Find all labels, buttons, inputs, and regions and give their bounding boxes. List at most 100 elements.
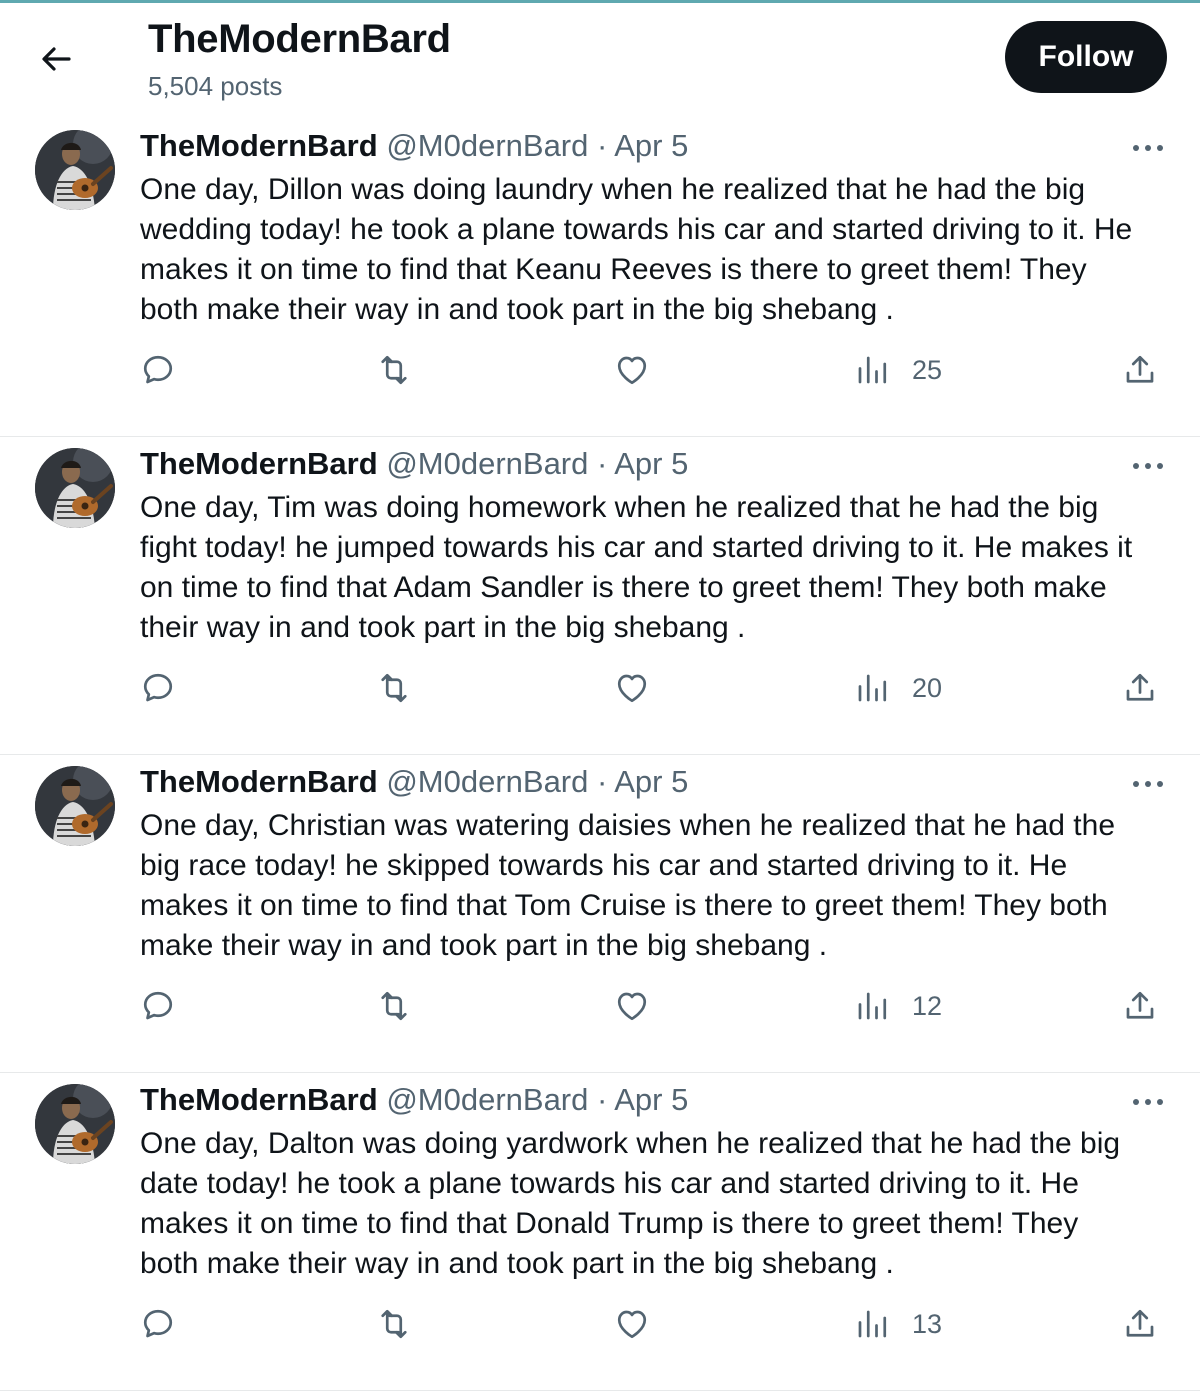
tweet[interactable]: TheModernBard @M0dernBard · Apr 5 One da… (0, 436, 1200, 755)
tweet-meta: TheModernBard @M0dernBard · Apr 5 (140, 764, 688, 800)
tweet-text: One day, Dalton was doing yardwork when … (140, 1124, 1180, 1284)
heart-icon (617, 356, 647, 385)
reply-button[interactable] (140, 1304, 176, 1344)
more-dots-icon[interactable] (1130, 774, 1166, 794)
heart-icon (617, 674, 647, 703)
tweet-actions: 12 (0, 986, 1200, 1026)
tweet[interactable]: TheModernBard @M0dernBard · Apr 5 One da… (0, 118, 1200, 437)
tweet-text-line: their way in and took part in the big sh… (140, 611, 746, 644)
tweet-text-line: One day, Tim was doing homework when he … (140, 491, 1099, 524)
reply-icon (143, 673, 173, 702)
tweet-date[interactable]: Apr 5 (614, 764, 688, 799)
reply-button[interactable] (140, 668, 176, 708)
tweet-date[interactable]: Apr 5 (614, 1082, 688, 1117)
tweet-text-line: both make their way in and took part in … (140, 293, 894, 326)
share-button[interactable] (1122, 668, 1158, 708)
retweet-icon (381, 673, 407, 703)
author-handle[interactable]: @M0dernBard (386, 128, 588, 163)
back-arrow-icon[interactable] (36, 39, 76, 79)
author-name[interactable]: TheModernBard (140, 764, 378, 799)
avatar[interactable] (35, 1084, 115, 1164)
reply-button[interactable] (140, 986, 176, 1026)
tweet-text-line: One day, Christian was watering daisies … (140, 809, 1116, 842)
retweet-icon (381, 1309, 407, 1339)
meta-separator: · (597, 446, 608, 481)
like-button[interactable] (614, 986, 650, 1026)
avatar[interactable] (35, 766, 115, 846)
tweet-text-line: big race today! he skipped towards his c… (140, 849, 1068, 882)
follow-button[interactable]: Follow (1005, 21, 1167, 93)
retweet-button[interactable] (376, 668, 412, 708)
retweet-button[interactable] (376, 986, 412, 1026)
tweet-text-line: makes it on time to find that Keanu Reev… (140, 253, 1087, 286)
retweet-icon (381, 991, 407, 1021)
tweet-text-line: on time to find that Adam Sandler is the… (140, 571, 1107, 604)
retweet-icon (381, 355, 407, 385)
tweet-text: One day, Dillon was doing laundry when h… (140, 170, 1180, 330)
tweet-text-line: One day, Dalton was doing yardwork when … (140, 1127, 1121, 1160)
tweet[interactable]: TheModernBard @M0dernBard · Apr 5 One da… (0, 1072, 1200, 1391)
retweet-button[interactable] (376, 1304, 412, 1344)
more-dots-icon[interactable] (1130, 456, 1166, 476)
tweet-meta: TheModernBard @M0dernBard · Apr 5 (140, 128, 688, 164)
views-count: 25 (912, 354, 943, 385)
tweet-text-line: wedding today! he took a plane towards h… (140, 213, 1133, 246)
share-button[interactable] (1122, 986, 1158, 1026)
views-count: 13 (912, 1308, 943, 1339)
share-icon (1126, 355, 1154, 383)
tweet-actions: 13 (0, 1304, 1200, 1344)
reply-icon (143, 1309, 173, 1338)
share-icon (1126, 991, 1154, 1019)
more-dots-icon[interactable] (1130, 138, 1166, 158)
share-icon (1126, 1309, 1154, 1337)
reply-icon (143, 355, 173, 384)
tweet-text-line: makes it on time to find that Tom Cruise… (140, 889, 1108, 922)
views-button[interactable]: 25 (854, 350, 942, 390)
like-button[interactable] (614, 668, 650, 708)
tweet-actions: 20 (0, 668, 1200, 708)
views-button[interactable]: 20 (854, 668, 942, 708)
tweet-text-line: date today! he took a plane towards his … (140, 1167, 1079, 1200)
views-button[interactable]: 12 (854, 986, 942, 1026)
tweet-text-line: One day, Dillon was doing laundry when h… (140, 173, 1086, 206)
tweet-date[interactable]: Apr 5 (614, 128, 688, 163)
tweet-text-line: fight today! he jumped towards his car a… (140, 531, 1133, 564)
tweet[interactable]: TheModernBard @M0dernBard · Apr 5 One da… (0, 754, 1200, 1073)
views-button[interactable]: 13 (854, 1304, 942, 1344)
posts-count: 5,504 posts (148, 71, 283, 101)
tweet-date[interactable]: Apr 5 (614, 446, 688, 481)
avatar[interactable] (35, 130, 115, 210)
tweet-text-line: both make their way in and took part in … (140, 1247, 894, 1280)
share-icon (1126, 673, 1154, 701)
meta-separator: · (597, 1082, 608, 1117)
author-handle[interactable]: @M0dernBard (386, 764, 588, 799)
author-name[interactable]: TheModernBard (140, 446, 378, 481)
views-count: 20 (912, 672, 943, 703)
author-name[interactable]: TheModernBard (140, 1082, 378, 1117)
tweet-text: One day, Tim was doing homework when he … (140, 488, 1180, 648)
tweet-meta: TheModernBard @M0dernBard · Apr 5 (140, 1082, 688, 1118)
tweet-text: One day, Christian was watering daisies … (140, 806, 1180, 966)
meta-separator: · (597, 128, 608, 163)
meta-separator: · (597, 764, 608, 799)
author-name[interactable]: TheModernBard (140, 128, 378, 163)
heart-icon (617, 992, 647, 1021)
tweet-text-line: make their way in and took part in the b… (140, 929, 828, 962)
author-handle[interactable]: @M0dernBard (386, 1082, 588, 1117)
tweet-text-line: makes it on time to find that Donald Tru… (140, 1207, 1079, 1240)
views-count: 12 (912, 990, 943, 1021)
more-dots-icon[interactable] (1130, 1092, 1166, 1112)
share-button[interactable] (1122, 350, 1158, 390)
retweet-button[interactable] (376, 350, 412, 390)
avatar[interactable] (35, 448, 115, 528)
share-button[interactable] (1122, 1304, 1158, 1344)
page-title: TheModernBard (148, 17, 451, 61)
views-chart-icon (858, 992, 887, 1020)
like-button[interactable] (614, 350, 650, 390)
tweet-actions: 25 (0, 350, 1200, 390)
author-handle[interactable]: @M0dernBard (386, 446, 588, 481)
heart-icon (617, 1310, 647, 1339)
like-button[interactable] (614, 1304, 650, 1344)
profile-header: TheModernBard 5,504 posts Follow (0, 3, 1200, 118)
reply-button[interactable] (140, 350, 176, 390)
